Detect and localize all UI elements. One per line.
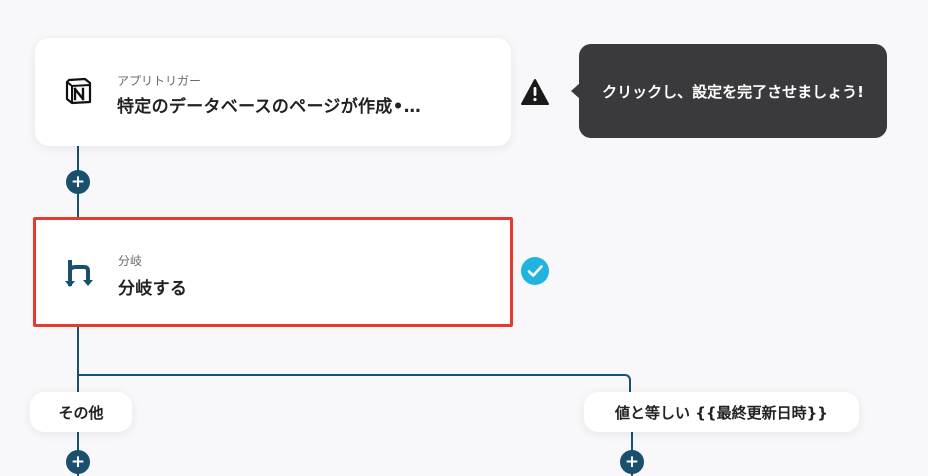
branch-label-other[interactable]: その他 (30, 392, 132, 432)
trigger-card[interactable]: アプリトリガー 特定のデータベースのページが作成•… (35, 38, 511, 146)
trigger-title: 特定のデータベースのページが作成•… (117, 97, 422, 117)
setup-tooltip: クリックし、設定を完了させましょう! (579, 44, 887, 138)
plus-icon: + (624, 451, 640, 472)
notion-logo-icon (63, 76, 93, 106)
plus-icon: + (70, 171, 86, 192)
add-step-button-condition[interactable]: + (620, 450, 644, 474)
branch-label-condition[interactable]: 値と等しい {{最終更新日時}} (584, 392, 859, 432)
branch-card[interactable]: 分岐 分岐する (33, 217, 513, 327)
branch-title: 分岐する (118, 279, 188, 299)
add-step-button-other[interactable]: + (66, 450, 90, 474)
trigger-subtitle: アプリトリガー (117, 74, 202, 88)
branch-icon (64, 256, 98, 290)
plus-icon: + (70, 451, 86, 472)
branch-subtitle: 分岐 (118, 254, 143, 268)
check-icon (520, 256, 550, 286)
add-step-button[interactable]: + (66, 170, 90, 194)
warning-icon[interactable] (520, 78, 550, 106)
branch-connector (77, 374, 631, 404)
